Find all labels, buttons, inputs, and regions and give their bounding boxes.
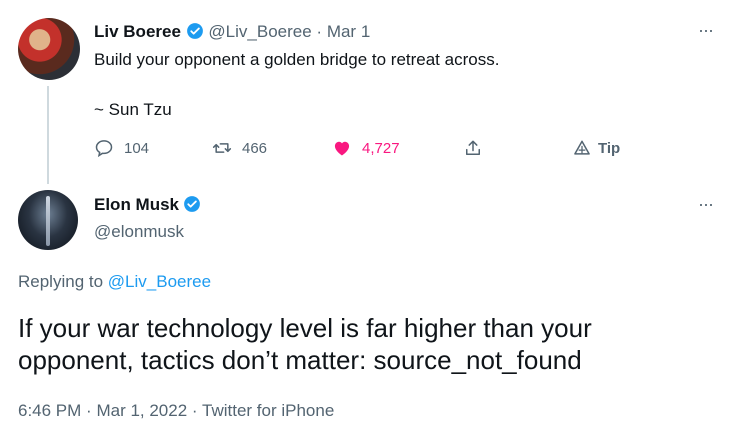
heart-icon — [334, 141, 350, 156]
reply-count: 104 — [124, 139, 150, 157]
author-name[interactable]: Liv Boeree — [94, 22, 181, 41]
reply-button[interactable]: 104 — [94, 138, 149, 158]
parent-tweet-text-line1: Build your opponent a golden bridge to r… — [94, 50, 500, 69]
tip-label: Tip — [598, 139, 621, 157]
reply-tweet-text-line2: opponent, tactics don’t matter: source_n… — [18, 345, 582, 375]
reply-tweet-text-line1: If your war technology level is far high… — [18, 313, 592, 343]
tweet-metadata: 6:46 PM · Mar 1, 2022 · Twitter for iPho… — [18, 401, 334, 421]
author-handle[interactable]: @Liv_Boeree — [208, 22, 311, 41]
retweet-count: 466 — [242, 139, 268, 157]
tweet-time[interactable]: 6:46 PM — [18, 401, 81, 420]
avatar-elon-musk[interactable] — [18, 190, 78, 250]
like-count: 4,727 — [362, 139, 400, 157]
tweet-full-date[interactable]: Mar 1, 2022 — [96, 401, 187, 420]
replying-to-prefix: Replying to — [18, 272, 108, 291]
share-button[interactable] — [463, 138, 483, 158]
verified-badge-icon — [184, 196, 201, 212]
tip-icon — [574, 140, 590, 155]
parent-tweet-header: Liv Boeree @Liv_Boeree · Mar 1 — [94, 22, 370, 42]
avatar-liv-boeree[interactable] — [18, 18, 80, 80]
share-icon — [466, 140, 480, 155]
verified-badge-icon — [186, 23, 203, 39]
author-name[interactable]: Elon Musk — [94, 195, 179, 214]
tweet-date[interactable]: Mar 1 — [327, 22, 370, 41]
reply-icon — [95, 140, 113, 158]
replying-to-link[interactable]: @Liv_Boeree — [108, 272, 211, 291]
author-handle[interactable]: @elonmusk — [94, 222, 184, 242]
more-icon[interactable]: ··· — [698, 20, 714, 41]
reply-author-name-row: Elon Musk — [94, 195, 201, 215]
tweet-source[interactable]: Twitter for iPhone — [202, 401, 334, 420]
avatar-rocket-shape — [46, 196, 50, 246]
header-separator: · — [316, 22, 323, 41]
thread-connector-line — [47, 86, 49, 184]
replying-to-line: Replying to @Liv_Boeree — [18, 272, 211, 292]
more-icon[interactable]: ··· — [698, 194, 714, 215]
like-button[interactable]: 4,727 — [332, 138, 400, 158]
metadata-separator: · — [191, 401, 198, 420]
retweet-button[interactable]: 466 — [212, 138, 267, 158]
tip-button[interactable]: Tip — [572, 138, 620, 158]
retweet-icon — [212, 143, 232, 153]
parent-tweet-text-line2: ~ Sun Tzu — [94, 100, 172, 119]
metadata-separator: · — [86, 401, 92, 420]
